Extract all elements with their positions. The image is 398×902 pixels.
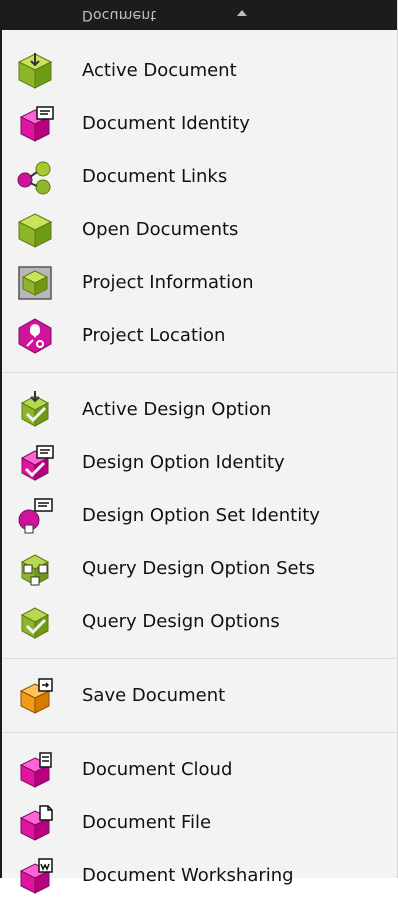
- menu-item-label: Query Design Option Sets: [82, 558, 316, 579]
- menu-item-label: Project Location: [82, 325, 226, 346]
- menu-item-label: Active Document: [82, 60, 237, 81]
- menu-separator: [2, 658, 397, 659]
- menu-item-save-document[interactable]: Save Document: [2, 669, 397, 722]
- document-cloud-icon: [14, 749, 56, 791]
- menu-item-label: Document Worksharing: [82, 865, 294, 886]
- active-design-option-icon: [14, 389, 56, 431]
- menu-item-document-worksharing[interactable]: Document Worksharing: [2, 849, 397, 902]
- menu-item-label: Document Cloud: [82, 759, 233, 780]
- design-option-set-identity-icon: [14, 495, 56, 537]
- query-design-option-sets-icon: [14, 548, 56, 590]
- save-document-icon: [14, 675, 56, 717]
- menu-group-document: Active Document Document Identity Docume…: [2, 30, 397, 362]
- menu-item-project-location[interactable]: Project Location: [2, 309, 397, 362]
- menu-item-design-option-identity[interactable]: Design Option Identity: [2, 436, 397, 489]
- header-arrow-icon: [237, 10, 247, 16]
- menu-item-label: Design Option Set Identity: [82, 505, 320, 526]
- menu-item-design-option-set-identity[interactable]: Design Option Set Identity: [2, 489, 397, 542]
- menu-item-label: Project Information: [82, 272, 254, 293]
- menu-item-document-links[interactable]: Document Links: [2, 150, 397, 203]
- menu-item-label: Design Option Identity: [82, 452, 285, 473]
- menu-group-design-options: Active Design Option Design Option Ident…: [2, 381, 397, 648]
- document-links-icon: [14, 156, 56, 198]
- document-identity-icon: [14, 103, 56, 145]
- menu-item-document-cloud[interactable]: Document Cloud: [2, 743, 397, 796]
- menu-item-query-design-options[interactable]: Query Design Options: [2, 595, 397, 648]
- menu-separator: [2, 372, 397, 373]
- menu-item-label: Document File: [82, 812, 212, 833]
- query-design-options-icon: [14, 601, 56, 643]
- menu-item-query-design-option-sets[interactable]: Query Design Option Sets: [2, 542, 397, 595]
- menu-item-active-document[interactable]: Active Document: [2, 44, 397, 97]
- design-option-identity-icon: [14, 442, 56, 484]
- open-documents-icon: [14, 209, 56, 251]
- menu-header: Document: [2, 0, 397, 30]
- active-document-icon: [14, 50, 56, 92]
- menu-separator: [2, 732, 397, 733]
- menu-item-label: Document Links: [82, 166, 228, 187]
- document-worksharing-icon: [14, 855, 56, 897]
- menu-item-document-identity[interactable]: Document Identity: [2, 97, 397, 150]
- menu-item-open-documents[interactable]: Open Documents: [2, 203, 397, 256]
- menu-item-label: Active Design Option: [82, 399, 272, 420]
- project-location-icon: [14, 315, 56, 357]
- menu-item-project-information[interactable]: Project Information: [2, 256, 397, 309]
- menu-group-save: Save Document: [2, 667, 397, 722]
- menu-item-label: Save Document: [82, 685, 226, 706]
- menu-item-label: Open Documents: [82, 219, 239, 240]
- menu-item-label: Query Design Options: [82, 611, 280, 632]
- menu-item-label: Document Identity: [82, 113, 250, 134]
- project-information-icon: [14, 262, 56, 304]
- document-menu: Document Active Document Document Identi…: [0, 0, 398, 894]
- menu-item-active-design-option[interactable]: Active Design Option: [2, 383, 397, 436]
- menu-header-title: Document: [82, 7, 157, 23]
- document-file-icon: [14, 802, 56, 844]
- menu-item-document-file[interactable]: Document File: [2, 796, 397, 849]
